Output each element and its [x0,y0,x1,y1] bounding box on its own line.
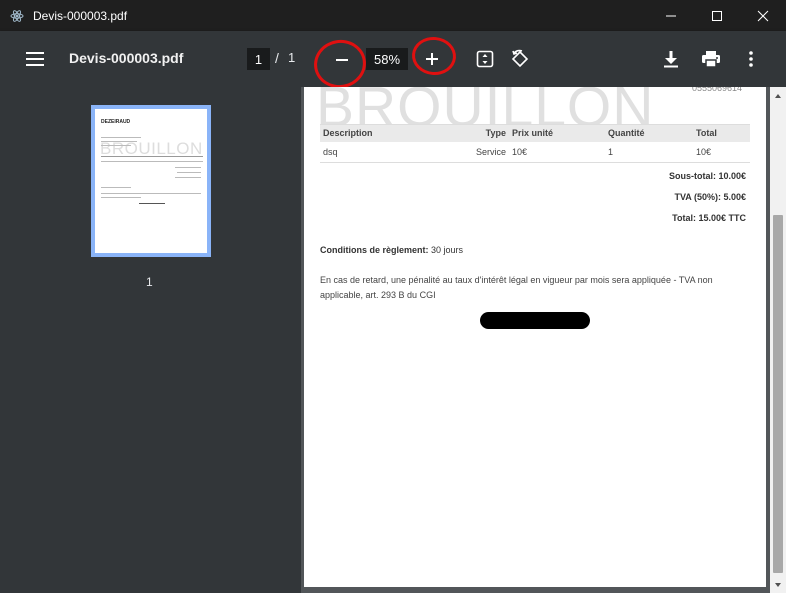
fit-page-icon [476,50,494,68]
arrow-down-icon [775,582,781,587]
scrollbar-thumb[interactable] [773,215,783,573]
table-cell: 1 [605,141,693,163]
maximize-button[interactable] [694,0,740,31]
table-header-row: Description Type Prix unité Quantité Tot… [320,124,750,142]
table-cell: dsq [320,141,465,163]
page-number-input[interactable]: 1 [247,48,270,70]
rotate-icon [511,49,529,68]
more-options-button[interactable] [741,48,761,70]
electron-icon [9,8,25,24]
print-icon [702,51,720,68]
minimize-button[interactable] [648,0,694,31]
scroll-down-button[interactable] [770,576,786,593]
conditions-value: 30 jours [431,245,464,255]
scroll-up-button[interactable] [770,87,786,104]
arrow-up-icon [775,93,781,98]
vertical-scrollbar[interactable] [770,87,786,593]
thumbnail-brand: DEZEIRAUD [101,119,131,125]
thumbnail-page-label: 1 [146,275,153,289]
rotate-button[interactable] [509,48,531,70]
table-cell: 10€ [693,141,750,163]
window-titlebar: Devis-000003.pdf [0,0,786,31]
zoom-in-icon [426,53,438,65]
menu-button[interactable] [22,47,48,71]
maximize-icon [712,10,722,21]
page-total: 1 [288,50,296,65]
column-header: Prix unité [509,124,605,142]
tva-text: TVA (50%): 5.00€ [674,192,746,202]
window-title: Devis-000003.pdf [33,8,128,23]
print-button[interactable] [699,48,723,70]
column-header: Description [320,124,465,142]
page-separator: / [275,50,279,66]
pdf-page: BROUILLON 0555069614 Description Type Pr… [304,87,766,587]
zoom-out-button[interactable] [330,48,354,72]
document-viewer[interactable]: BROUILLON 0555069614 Description Type Pr… [301,87,770,593]
column-header: Quantité [605,124,693,142]
subtotal-text: Sous-total: 10.00€ [668,171,746,181]
column-header: Total [693,124,750,142]
fit-to-page-button[interactable] [474,48,496,70]
table-row: dsq Service 10€ 1 10€ [320,141,750,163]
page-thumbnail[interactable]: DEZEIRAUD BROUILLON [91,105,211,257]
redacted-signature [480,312,590,329]
more-vert-icon [749,51,753,67]
minimize-icon [666,15,676,16]
items-table: Description Type Prix unité Quantité Tot… [320,124,750,163]
column-header: Type [465,124,509,142]
menu-icon [26,52,44,66]
close-icon [757,10,769,21]
total-text: Total: 15.00€ TTC [672,213,746,223]
zoom-out-icon [336,59,348,61]
table-cell: Service [465,141,509,163]
table-cell: 10€ [509,141,605,163]
thumbnail-sidebar: DEZEIRAUD BROUILLON 1 [0,87,301,593]
phone-number: 0555069614 [691,87,742,93]
download-button[interactable] [660,48,682,70]
close-button[interactable] [740,0,786,31]
late-payment-notice: En cas de retard, une pénalité au taux d… [320,275,713,300]
download-icon [664,51,678,68]
pdf-toolbar: Devis-000003.pdf 1 / 1 58% [0,31,786,87]
document-title: Devis-000003.pdf [69,50,184,66]
conditions-label: Conditions de règlement: [320,245,429,255]
payment-conditions: Conditions de règlement: 30 jours [320,245,463,255]
zoom-level-input[interactable]: 58% [366,48,408,70]
zoom-in-button[interactable] [420,47,444,71]
